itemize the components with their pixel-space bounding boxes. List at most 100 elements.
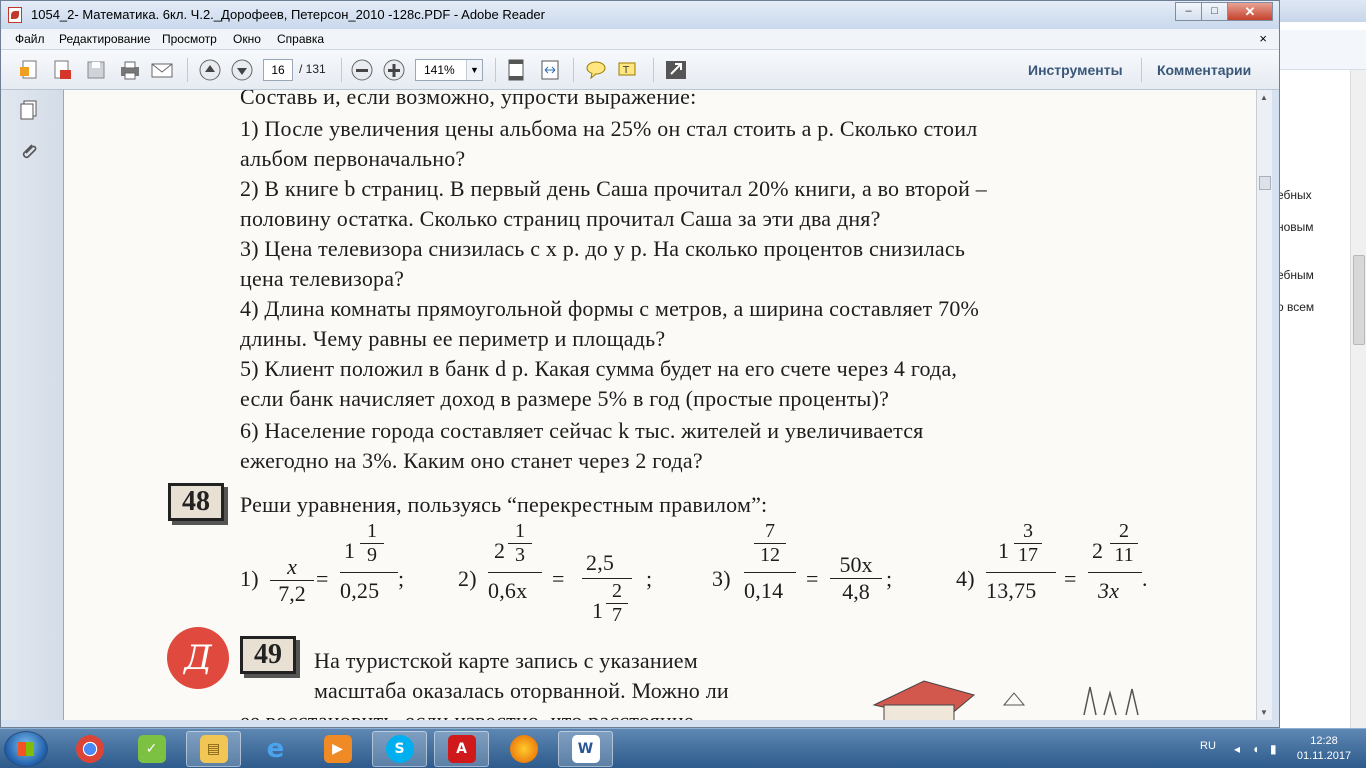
eq1-denominator: 0,25 <box>340 578 380 603</box>
menu-help[interactable]: Справка <box>277 32 324 46</box>
eq2-label: 2) <box>458 566 477 591</box>
eq4-end: . <box>1142 566 1148 591</box>
zoom-select[interactable]: 141% ▼ <box>415 59 483 81</box>
text-line: длины. Чему равны ее периметр и площадь? <box>240 326 666 351</box>
fit-page-icon[interactable] <box>503 58 529 82</box>
close-document-icon[interactable]: × <box>1259 31 1267 46</box>
internet-explorer-icon[interactable]: e <box>248 731 303 767</box>
network-icon[interactable]: ▮ <box>1270 742 1277 756</box>
zoom-in-icon[interactable] <box>381 58 407 82</box>
tray-arrow-icon[interactable]: ◂ <box>1234 742 1240 756</box>
scroll-down-icon[interactable]: ▼ <box>1260 708 1268 717</box>
eq1-fraction-bar <box>340 572 398 573</box>
menu-bar: Файл Редактирование Просмотр Окно Справк… <box>1 29 1279 50</box>
background-scrollbar[interactable] <box>1350 70 1366 728</box>
email-icon[interactable] <box>149 58 175 82</box>
eq4-denominator-2: 3x <box>1098 578 1120 603</box>
fullscreen-icon[interactable] <box>663 58 689 82</box>
page-number-input[interactable]: 16 <box>263 59 293 81</box>
text-line: 2) В книге b страниц. В первый день Саша… <box>240 176 987 201</box>
word-icon[interactable]: W <box>558 731 613 767</box>
pages-icon[interactable] <box>17 98 41 122</box>
zoom-value: 141% <box>424 63 455 77</box>
media-player-icon[interactable]: ▶ <box>310 731 365 767</box>
zoom-out-icon[interactable] <box>349 58 375 82</box>
menu-view[interactable]: Просмотр <box>162 32 217 46</box>
eq4-label: 4) <box>956 566 975 591</box>
navigation-panel <box>1 90 64 720</box>
firefox-icon[interactable] <box>496 731 551 767</box>
task-49-line: На туристской карте запись с указанием <box>314 648 698 673</box>
combine-pdf-icon[interactable] <box>49 58 75 82</box>
text-line: Составь и, если возможно, упрости выраже… <box>240 90 697 109</box>
scroll-up-icon[interactable]: ▲ <box>1260 93 1268 102</box>
toolbar: 16 / 131 141% ▼ T Инструменты Комментарии <box>1 50 1279 90</box>
fit-width-icon[interactable] <box>537 58 563 82</box>
background-window-titlebar <box>1271 0 1366 22</box>
save-icon[interactable] <box>83 58 109 82</box>
background-text-line: ебных <box>1277 188 1312 202</box>
menu-edit[interactable]: Редактирование <box>59 32 150 46</box>
gadgets-icon[interactable]: ✓ <box>124 731 179 767</box>
text-line: если банк начисляет доход в размере 5% в… <box>240 386 890 411</box>
clock[interactable]: 12:28 01.11.2017 <box>1296 734 1352 764</box>
window-title: 1054_2- Математика. 6кл. Ч.2._Дорофеев, … <box>31 7 545 22</box>
toolbar-separator <box>187 58 188 82</box>
close-button[interactable]: ✕ <box>1227 2 1273 21</box>
maximize-button[interactable]: □ <box>1201 2 1228 21</box>
comment-icon[interactable] <box>583 58 609 82</box>
explorer-icon[interactable]: ▤ <box>186 731 241 767</box>
eq2-mixed-fraction: 13 <box>508 520 532 567</box>
eq1-left-fraction: x 7,2 <box>270 554 314 607</box>
adobe-reader-icon[interactable]: A <box>434 731 489 767</box>
text-line: 3) Цена телевизора снизилась с x р. до y… <box>240 236 966 261</box>
clock-time: 12:28 <box>1310 735 1338 747</box>
skype-icon[interactable]: S <box>372 731 427 767</box>
create-pdf-icon[interactable] <box>17 58 43 82</box>
minimize-button[interactable]: – <box>1175 2 1202 21</box>
chevron-down-icon[interactable]: ▼ <box>466 60 482 80</box>
start-button[interactable] <box>4 731 48 767</box>
background-scroll-thumb[interactable] <box>1353 255 1365 345</box>
svg-text:T: T <box>622 65 630 76</box>
menu-window[interactable]: Окно <box>233 32 261 46</box>
previous-page-icon[interactable] <box>197 58 223 82</box>
tools-pane-button[interactable]: Инструменты <box>1028 62 1123 78</box>
eq3-equals: = <box>806 566 819 591</box>
eq1-equals: = <box>316 566 329 591</box>
scroll-thumb[interactable] <box>1259 176 1271 190</box>
toolbar-separator <box>495 58 496 82</box>
background-text-line: о всем <box>1277 300 1315 314</box>
eq4-equals: = <box>1064 566 1077 591</box>
print-icon[interactable] <box>117 58 143 82</box>
document-viewport[interactable]: Составь и, если возможно, упрости выраже… <box>64 90 1256 720</box>
next-page-icon[interactable] <box>229 58 255 82</box>
attachments-icon[interactable] <box>17 140 41 164</box>
volume-icon[interactable]: ◖ <box>1252 742 1259 756</box>
chrome-icon[interactable] <box>62 731 117 767</box>
text-line: ежегодно на 3%. Каким оно станет через 2… <box>240 448 703 473</box>
text-line: 4) Длина комнаты прямоугольной формы c м… <box>240 296 980 321</box>
menu-file[interactable]: Файл <box>15 32 45 46</box>
text-line: половину остатка. Сколько страниц прочит… <box>240 206 881 231</box>
eq2-fraction-bar-2 <box>582 578 632 579</box>
eq4-denominator: 13,75 <box>986 578 1037 603</box>
highlight-icon[interactable]: T <box>615 58 641 82</box>
task-49-line: масштаба оказалась оторванной. Можно ли <box>314 678 729 703</box>
eq3-end: ; <box>886 566 893 591</box>
toolbar-separator <box>573 58 574 82</box>
task-number-48: 48 <box>168 483 224 521</box>
eq4-mixed-fraction: 3 17 <box>1014 520 1042 567</box>
language-indicator[interactable]: RU <box>1200 740 1216 752</box>
vertical-scrollbar[interactable]: ▲ ▼ <box>1256 90 1272 720</box>
eq3-small-fraction: 7 12 <box>754 520 786 567</box>
eq2-fraction-bar <box>488 572 542 573</box>
eq3-denominator: 0,14 <box>744 578 784 603</box>
comments-pane-button[interactable]: Комментарии <box>1157 62 1251 78</box>
background-window: ебных новым ебным о всем <box>1270 0 1366 728</box>
village-illustration <box>872 680 1139 720</box>
task-48-text: Реши уравнения, пользуясь “перекрестным … <box>240 492 768 517</box>
clock-date: 01.11.2017 <box>1296 750 1352 762</box>
title-bar[interactable]: 1054_2- Математика. 6кл. Ч.2._Дорофеев, … <box>1 1 1279 29</box>
eq4-whole: 1 <box>998 538 1010 563</box>
